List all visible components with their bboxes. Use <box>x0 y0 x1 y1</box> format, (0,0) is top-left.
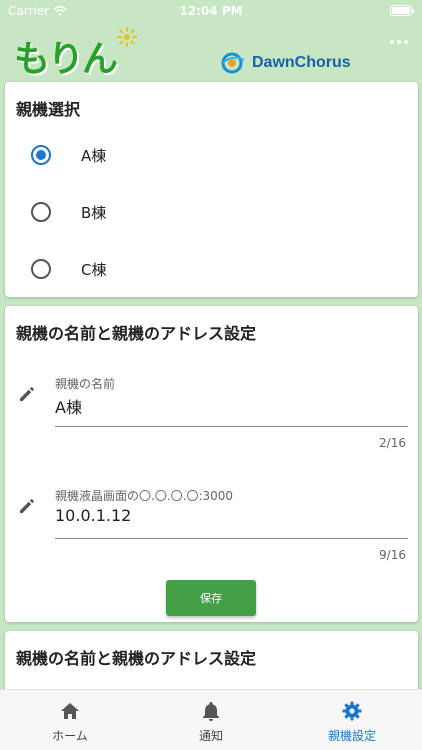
more-dot-icon <box>390 40 394 44</box>
battery-icon <box>390 5 414 16</box>
more-dot-icon <box>404 40 408 44</box>
status-bar: Carrier 12:04 PM <box>0 0 422 22</box>
parent-address-field[interactable]: 親機液晶画面の〇.〇.〇.〇:3000 10.0.1.12 9/16 <box>5 478 418 568</box>
character-counter: 9/16 <box>379 548 406 562</box>
card-title: 親機選択 <box>16 100 81 119</box>
card-title: 親機の名前と親機のアドレス設定 <box>16 324 257 343</box>
radio-option-c[interactable]: C棟 <box>31 254 106 284</box>
pencil-icon <box>20 387 34 401</box>
nav-label: 通知 <box>198 729 223 743</box>
clock: 12:04 PM <box>179 4 243 18</box>
sun-icon <box>117 27 137 47</box>
radio-button[interactable] <box>31 259 51 279</box>
app-header: もりん DawnChorus <box>0 22 422 80</box>
field-label: 親機の名前 <box>55 377 116 391</box>
save-button[interactable]: 保存 <box>166 580 256 616</box>
parent-address-input[interactable]: 10.0.1.12 <box>55 506 131 525</box>
partner-logo-text: DawnChorus <box>252 54 351 71</box>
bell-icon <box>203 702 219 721</box>
more-menu-button[interactable] <box>390 40 408 44</box>
pencil-icon <box>20 499 34 513</box>
partner-logo: DawnChorus <box>220 52 351 74</box>
radio-option-b[interactable]: B棟 <box>31 197 106 227</box>
radio-label: A棟 <box>81 146 107 165</box>
radio-button[interactable] <box>31 202 51 222</box>
radio-button[interactable] <box>31 145 51 165</box>
app-logo: もりん <box>14 39 118 80</box>
home-icon <box>61 703 79 719</box>
dawnchorus-emblem-icon <box>221 52 245 74</box>
card-title: 親機の名前と親機のアドレス設定 <box>16 649 257 668</box>
gear-icon <box>342 701 362 721</box>
bottom-navigation: ホーム 通知 親機設定 <box>0 689 422 750</box>
name-address-card: 親機の名前と親機のアドレス設定 親機の名前 A棟 2/16 親機液晶画面の〇.〇… <box>5 306 418 622</box>
parent-name-input[interactable]: A棟 <box>55 394 82 418</box>
field-label: 親機液晶画面の〇.〇.〇.〇:3000 <box>55 489 234 503</box>
nav-label: 親機設定 <box>327 729 376 743</box>
input-underline <box>55 538 408 539</box>
input-underline <box>55 426 408 427</box>
nav-label: ホーム <box>52 729 88 743</box>
parent-select-card: 親機選択 A棟 B棟 C棟 <box>5 82 418 297</box>
radio-label: B棟 <box>81 203 107 222</box>
nav-item-notifications[interactable]: 通知 <box>141 690 281 750</box>
nav-item-home[interactable]: ホーム <box>0 690 140 750</box>
radio-option-a[interactable]: A棟 <box>31 140 106 170</box>
more-dot-icon <box>397 40 401 44</box>
character-counter: 2/16 <box>379 436 406 450</box>
nav-item-parent-settings[interactable]: 親機設定 <box>282 690 422 750</box>
radio-label: C棟 <box>81 260 107 279</box>
parent-name-field[interactable]: 親機の名前 A棟 2/16 <box>5 366 418 456</box>
